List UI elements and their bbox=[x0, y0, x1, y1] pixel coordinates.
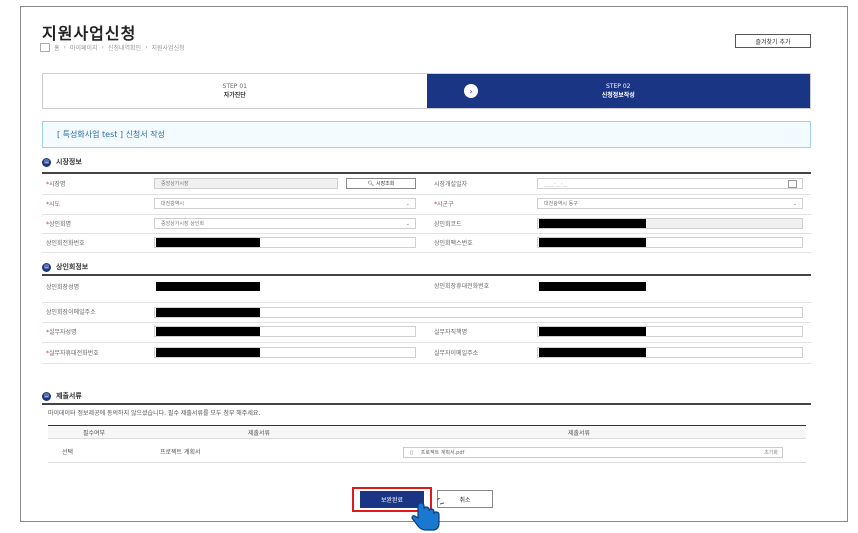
form-row: *상인회명 중앙상가시장 상인회 ⌄ 상인회코드 bbox=[42, 214, 811, 234]
reset-file-button[interactable]: 초기화 bbox=[764, 449, 778, 456]
field-label: 실무자직책명 bbox=[434, 329, 468, 336]
divider bbox=[42, 403, 811, 405]
market-name-input[interactable]: 중앙상가시장 bbox=[154, 178, 338, 189]
table-row: 선택 프로젝트 계획서 ▯ 프로젝트 계획서.pdf 초기화 bbox=[48, 441, 806, 463]
add-favorite-button[interactable]: 즐겨찾기 추가 bbox=[735, 34, 811, 48]
field-label: 실무자휴대전화번호 bbox=[49, 350, 99, 357]
field-label: 실무자이메일주소 bbox=[434, 350, 479, 357]
field-label: 상인회전화번호 bbox=[46, 240, 85, 247]
step-label: 자가진단 bbox=[223, 92, 246, 99]
field-label: 시장개설일자 bbox=[434, 181, 468, 188]
document-icon: ▤ bbox=[42, 157, 51, 167]
file-upload-field[interactable]: ▯ 프로젝트 계획서.pdf 초기화 bbox=[403, 447, 783, 458]
chevron-down-icon: ⌄ bbox=[792, 201, 797, 207]
form-row: 상인회전화번호 상인회팩스번호 bbox=[42, 233, 811, 253]
redacted-value bbox=[156, 282, 260, 291]
breadcrumb: 홈 › 마이페이지 › 신청내역확인 › 지원사업신청 bbox=[40, 43, 185, 52]
market-search-button[interactable]: 🔍︎ 시장조회 bbox=[346, 178, 416, 189]
file-icon: ▯ bbox=[410, 449, 413, 456]
field-label: 상인회장이메일주소 bbox=[46, 309, 96, 316]
redacted-value bbox=[539, 238, 646, 247]
breadcrumb-item[interactable]: 홈 bbox=[54, 43, 60, 52]
section-title: 시장정보 bbox=[56, 158, 82, 166]
hand-cursor-icon bbox=[411, 498, 444, 531]
step-label: 신청정보작성 bbox=[601, 92, 635, 99]
field-label: 시도 bbox=[49, 201, 61, 208]
field-label: 상인회명 bbox=[49, 221, 72, 228]
submit-description: 마이데이터 정보제공에 동의하지 않으셨습니다. 필수 제출서류를 모두 첨부 … bbox=[48, 410, 261, 417]
province-select[interactable]: 대전광역시 ⌄ bbox=[154, 198, 416, 209]
step-1: STEP 01 자가진단 bbox=[43, 74, 427, 108]
field-label: 시장명 bbox=[49, 181, 66, 188]
form-row: 상인회장이메일주소 bbox=[42, 302, 811, 323]
section-submit-header: ▤ 제출서류 bbox=[42, 391, 82, 401]
field-label: 시군구 bbox=[437, 201, 454, 208]
district-select[interactable]: 대전광역시 동구 ⌄ bbox=[537, 198, 803, 209]
field-label: 상인회팩스번호 bbox=[434, 240, 473, 247]
redacted-value bbox=[156, 308, 260, 317]
notice-text: [ 특성화사업 test ] 신청서 작성 bbox=[57, 130, 165, 139]
document-icon: ▤ bbox=[42, 262, 51, 272]
column-header: 필수여부 bbox=[83, 429, 106, 437]
cancel-button[interactable]: 취소 bbox=[437, 490, 493, 508]
redacted-value bbox=[539, 348, 646, 357]
redacted-value bbox=[156, 348, 260, 357]
redacted-value bbox=[539, 219, 646, 228]
chevron-down-icon: ⌄ bbox=[405, 201, 410, 207]
section-merchant-header: ▤ 상인회정보 bbox=[42, 262, 88, 272]
form-row: *실무자휴대전화번호 실무자이메일주소 bbox=[42, 342, 811, 364]
form-row: *실무자성명 실무자직책명 bbox=[42, 322, 811, 343]
form-row: *시장명 중앙상가시장 🔍︎ 시장조회 시장개설일자 ____-__-__ bbox=[42, 174, 811, 195]
section-title: 제출서류 bbox=[56, 392, 82, 400]
doc-name-cell: 프로젝트 계획서 bbox=[160, 449, 201, 456]
file-name: 프로젝트 계획서.pdf bbox=[420, 450, 465, 456]
column-header: 제출서류 bbox=[248, 429, 271, 437]
form-row: 상인회장성명 상인회장휴대전화번호 bbox=[42, 276, 811, 303]
document-icon: ▤ bbox=[42, 391, 51, 401]
redacted-value bbox=[539, 327, 646, 336]
page-title: 지원사업신청 bbox=[42, 24, 137, 43]
breadcrumb-item: 지원사업신청 bbox=[151, 45, 185, 52]
breadcrumb-item[interactable]: 신청내역확인 bbox=[108, 43, 141, 52]
redacted-value bbox=[156, 327, 260, 336]
step-number: STEP 02 bbox=[606, 83, 631, 90]
home-icon[interactable] bbox=[40, 43, 50, 52]
chevron-down-icon: ⌄ bbox=[405, 221, 410, 227]
chevron-right-icon: › bbox=[464, 84, 478, 98]
calendar-icon[interactable] bbox=[788, 180, 797, 188]
section-title: 상인회정보 bbox=[56, 263, 89, 271]
field-label: 상인회코드 bbox=[434, 221, 462, 228]
redacted-value bbox=[156, 238, 260, 247]
field-label: 실무자성명 bbox=[49, 329, 77, 336]
form-row: *시도 대전광역시 ⌄ *시군구 대전광역시 동구 ⌄ bbox=[42, 194, 811, 215]
redacted-value bbox=[539, 282, 646, 291]
field-label: 상인회장휴대전화번호 bbox=[434, 283, 490, 290]
breadcrumb-item[interactable]: 마이페이지 bbox=[70, 43, 98, 52]
required-cell: 선택 bbox=[62, 449, 74, 456]
market-open-date-input[interactable]: ____-__-__ bbox=[537, 178, 803, 189]
step-2: STEP 02 신청정보작성 bbox=[426, 74, 810, 108]
field-label: 상인회장성명 bbox=[46, 284, 80, 291]
merchant-assoc-select[interactable]: 중앙상가시장 상인회 ⌄ bbox=[154, 218, 416, 229]
step-number: STEP 01 bbox=[222, 83, 247, 90]
search-icon: 🔍︎ bbox=[367, 180, 374, 187]
table-header: 필수여부 제출서류 제출서류 bbox=[48, 425, 806, 439]
step-indicator: STEP 01 자가진단 STEP 02 신청정보작성 › bbox=[42, 73, 811, 109]
notice-banner: [ 특성화사업 test ] 신청서 작성 bbox=[42, 121, 811, 148]
section-market-header: ▤ 시장정보 bbox=[42, 157, 82, 167]
column-header: 제출서류 bbox=[568, 429, 591, 437]
